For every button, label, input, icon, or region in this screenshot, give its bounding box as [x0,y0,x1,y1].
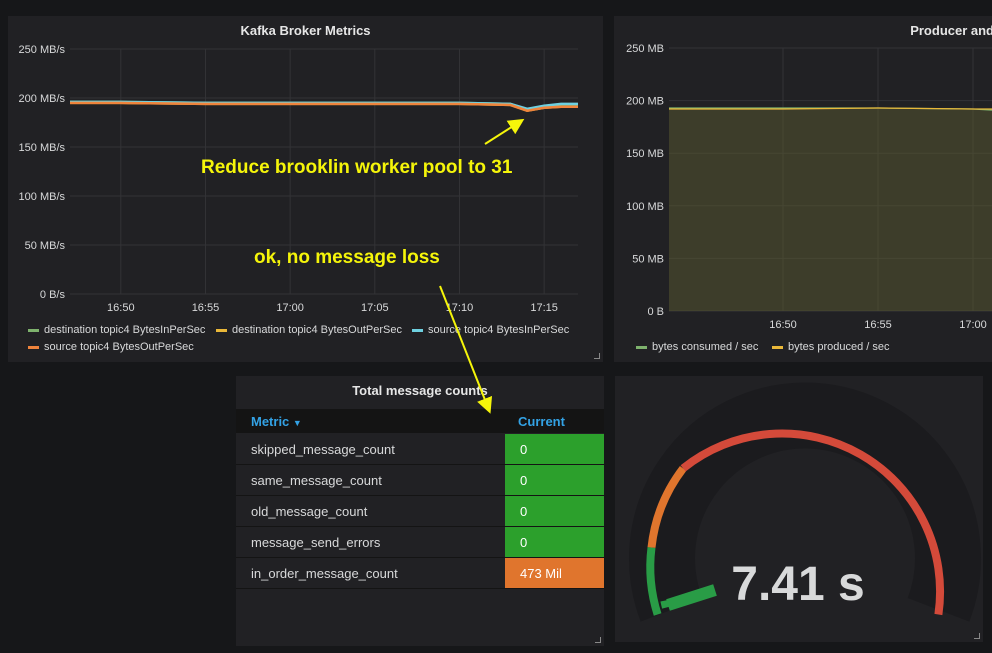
legend-item[interactable]: source topic4 BytesOutPerSec [28,341,194,353]
table-row: skipped_message_count 0 [236,434,604,465]
current-value-cell: 473 Mil [505,558,604,588]
area-fill [669,107,992,312]
kafka-broker-metrics-panel: Kafka Broker Metrics 250 MB/s 200 MB/s 150… [8,16,603,362]
legend-label: destination topic4 BytesOutPerSec [232,324,402,336]
legend-item[interactable]: bytes produced / sec [772,341,890,353]
metric-name: message_send_errors [251,535,381,550]
metric-name: in_order_message_count [251,566,398,581]
legend-label: bytes consumed / sec [652,341,759,353]
series-line [70,101,578,112]
sort-desc-icon: ▼ [292,418,302,428]
y-tick-label: 250 MB/s [19,44,66,56]
current-value-cell: 0 [505,527,604,557]
legend-item[interactable]: bytes consumed / sec [636,341,758,353]
x-tick-label: 16:50 [769,319,797,331]
table-row: in_order_message_count 473 Mil [236,558,604,589]
annotation-reduce-worker-pool: Reduce brooklin worker pool to 31 [201,157,513,178]
gauge-value: 7.41 s [731,558,864,611]
x-tick-label: 17:10 [446,302,474,314]
y-tick-label: 0 B/s [40,289,66,301]
legend-swatch [216,328,227,332]
latency-gauge: 7.41 s [629,382,981,622]
y-tick-label: 100 MB [626,201,664,213]
annotation-no-message-loss: ok, no message loss [254,247,440,268]
legend-label: source topic4 BytesInPerSec [428,324,570,336]
metric-name: same_message_count [251,473,382,488]
y-tick-label: 200 MB [626,96,664,108]
legend-label: source topic4 BytesOutPerSec [44,341,194,353]
producer-panel: Producer and 250 MB 200 MB 150 MB 100 MB 50 … [614,16,992,362]
y-tick-label: 200 MB/s [19,93,66,105]
x-tick-label: 17:00 [276,302,304,314]
y-tick-label: 250 MB [626,43,664,55]
table-header: Metric ▼ Current [236,409,604,433]
legend-swatch [28,345,39,349]
resize-handle[interactable] [594,353,600,359]
legend-item[interactable]: destination topic4 BytesInPerSec [28,324,205,336]
y-tick-label: 50 MB [632,253,664,265]
total-message-counts-panel: Total message counts Metric ▼ Current sk… [236,376,604,646]
metric-name: old_message_count [251,504,368,519]
table-row: same_message_count 0 [236,465,604,496]
current-value-cell: 0 [505,434,604,464]
legend-label: destination topic4 BytesInPerSec [44,324,206,336]
x-tick-label: 16:50 [107,302,135,314]
table-row: message_send_errors 0 [236,527,604,558]
current-value-cell: 0 [505,496,604,526]
legend-swatch [772,345,783,349]
producer-chart: 250 MB 200 MB 150 MB 100 MB 50 MB 0 B 16:50 16:… [626,43,992,331]
column-header-current[interactable]: Current [518,414,565,429]
y-tick-label: 150 MB [626,148,664,160]
panel-title[interactable]: Total message counts [236,383,604,398]
latency-panel: Latency 7.41 s [615,376,983,642]
metric-name: skipped_message_count [251,442,395,457]
y-tick-label: 50 MB/s [25,240,66,252]
column-label: Metric [251,414,290,429]
legend-item[interactable]: destination topic4 BytesOutPerSec [216,324,402,336]
legend-swatch [412,328,423,332]
resize-handle[interactable] [595,637,601,643]
y-tick-label: 100 MB/s [19,191,66,203]
table-row: old_message_count 0 [236,496,604,527]
x-tick-label: 17:15 [530,302,558,314]
x-tick-label: 17:05 [361,302,389,314]
legend-swatch [636,345,647,349]
legend-item[interactable]: source topic4 BytesInPerSec [412,324,569,336]
y-tick-label: 0 B [647,306,664,318]
x-tick-label: 16:55 [192,302,220,314]
resize-handle[interactable] [974,633,980,639]
y-tick-label: 150 MB/s [19,142,66,154]
legend-label: bytes produced / sec [788,341,890,353]
x-tick-label: 16:55 [864,319,892,331]
column-header-metric[interactable]: Metric ▼ [251,414,302,429]
current-value-cell: 0 [505,465,604,495]
x-tick-label: 17:00 [959,319,987,331]
legend-swatch [28,328,39,332]
